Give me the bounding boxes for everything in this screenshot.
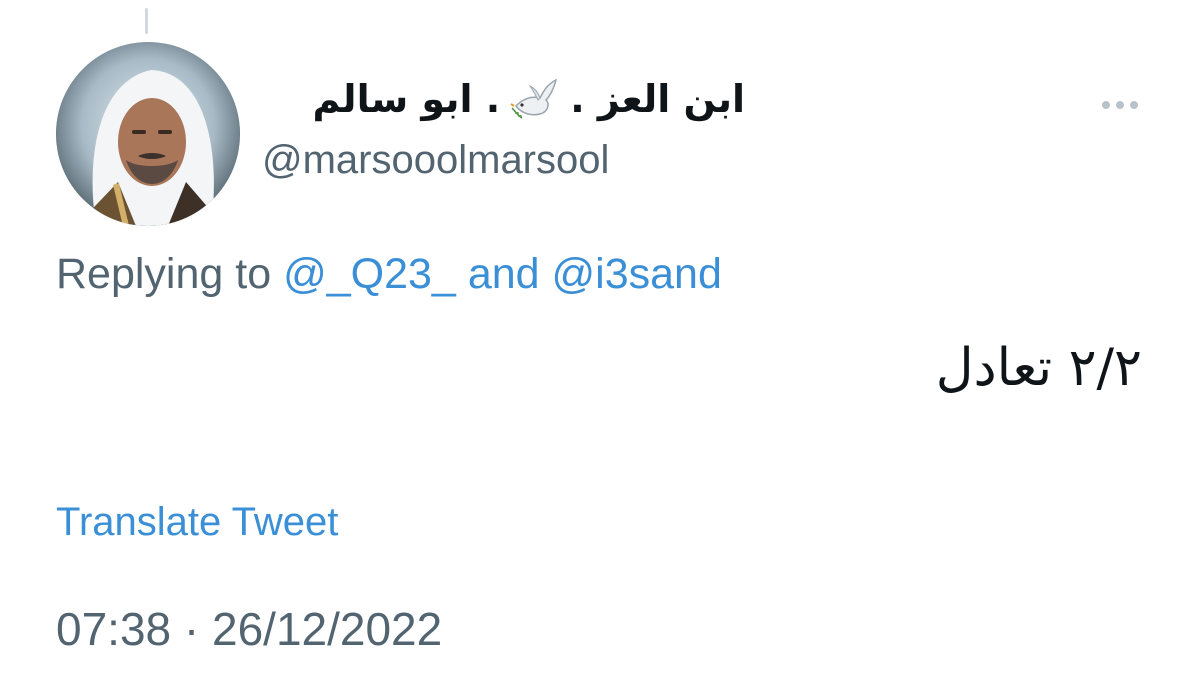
display-name[interactable]: ابن العز . . ابو سالم — [313, 76, 746, 122]
dove-icon — [510, 78, 558, 119]
thread-connector-line — [145, 8, 148, 34]
more-horizontal-icon-dot — [1102, 101, 1110, 109]
replying-to-line: Replying to @_Q23_ and @i3sand — [56, 250, 722, 299]
reply-mention-1[interactable]: @_Q23_ — [283, 250, 456, 298]
user-handle[interactable]: @marsooolmarsool — [262, 138, 609, 183]
reply-conjunction: and — [467, 250, 540, 298]
display-name-part-2: . ابو سالم — [312, 77, 501, 121]
tweet-text: ٢/٢ تعادل — [935, 338, 1142, 398]
avatar-image — [56, 42, 240, 226]
avatar[interactable] — [56, 42, 240, 226]
more-horizontal-icon-dot — [1116, 101, 1124, 109]
translate-tweet-link[interactable]: Translate Tweet — [56, 500, 338, 545]
replying-prefix: Replying to — [56, 250, 272, 298]
display-name-part-1: ابن العز . — [570, 77, 745, 121]
more-horizontal-icon-dot — [1130, 101, 1138, 109]
more-options-button[interactable] — [1098, 97, 1142, 113]
tweet-timestamp[interactable]: 07:38 · 26/12/2022 — [56, 602, 442, 656]
reply-mention-2[interactable]: @i3sand — [552, 250, 722, 298]
